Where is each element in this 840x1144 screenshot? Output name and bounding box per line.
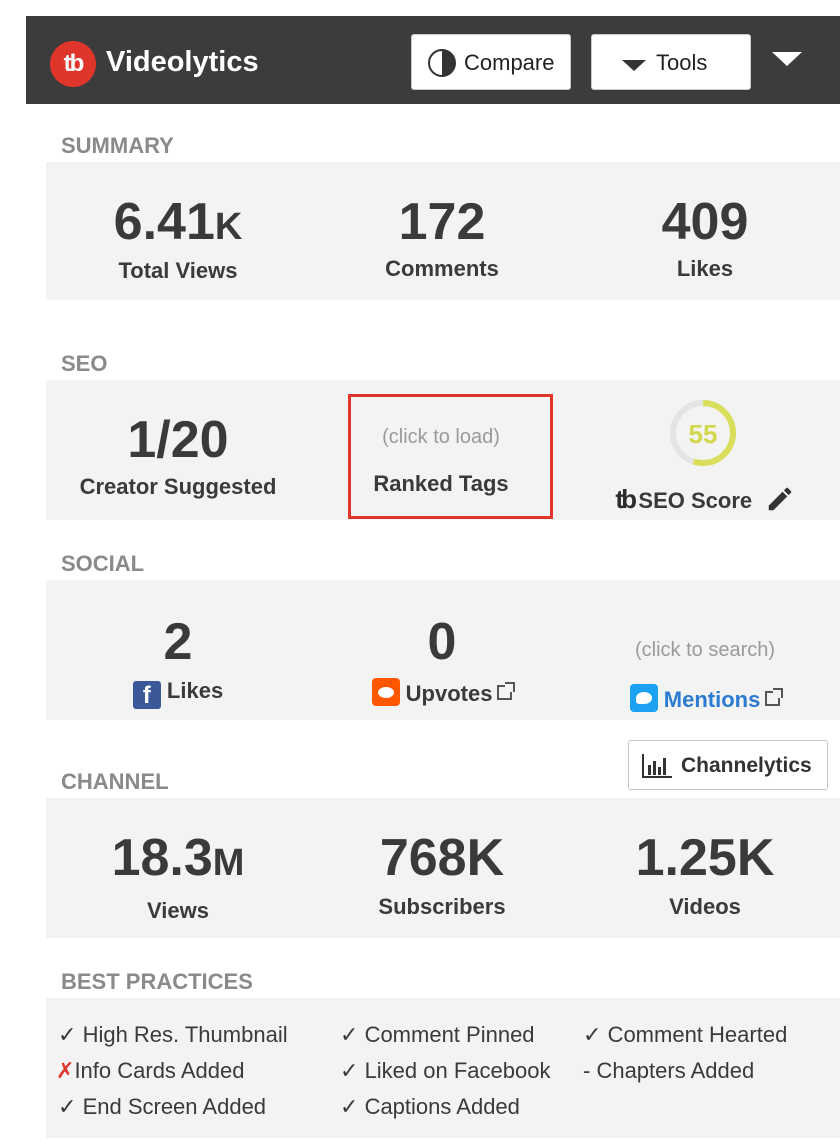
twitter-mentions[interactable]: (click to search) Mentions [573, 639, 837, 713]
tools-button[interactable]: Tools [591, 34, 751, 90]
fb-likes-value: 2 [163, 613, 193, 671]
channel-heading: CHANNEL [61, 769, 169, 794]
external-link-icon [765, 688, 784, 706]
seo-score-label: SEO Score [638, 488, 753, 513]
channel-videos: 1.25K Videos [573, 832, 837, 920]
bp-item-liked-facebook: ✓ Liked on Facebook [340, 1058, 551, 1083]
bp-item-high-res-thumbnail: ✓ High Res. Thumbnail [58, 1022, 288, 1047]
twitter-icon [629, 684, 658, 712]
tubebuddy-logo-icon: tb [50, 41, 96, 87]
channel-views: 18.3M Views [46, 832, 310, 924]
comments-value: 172 [398, 193, 486, 251]
videos-label: Videos [669, 894, 741, 919]
creator-suggested: 1/20 Creator Suggested [46, 414, 310, 500]
tools-button-label: Tools [656, 50, 708, 75]
reddit-upvotes-value: 0 [427, 613, 457, 671]
logo-glyph: tb [63, 50, 85, 77]
ranked-tags-button[interactable]: (click to load) Ranked Tags [309, 426, 573, 497]
seo-score-value: 55 [689, 419, 718, 449]
facebook-likes: 2 f Likes [46, 616, 310, 709]
likes-label: Likes [676, 256, 734, 281]
bp-item-captions-added: ✓ Captions Added [340, 1094, 520, 1119]
bp-item-end-screen: ✓ End Screen Added [58, 1094, 267, 1119]
fb-likes-label: Likes [166, 678, 224, 703]
channel-subscribers: 768K Subscribers [310, 832, 574, 920]
facebook-icon: f [132, 681, 161, 709]
bp-item-comment-hearted: ✓ Comment Hearted [583, 1022, 788, 1047]
summary-likes: 409 Likes [573, 196, 837, 282]
summary-heading: SUMMARY [61, 133, 174, 158]
summary-comments: 172 Comments [310, 196, 574, 282]
views-label: Total Views [118, 258, 238, 283]
channelytics-label: Channelytics [681, 754, 812, 777]
bar-chart-icon [642, 754, 672, 778]
external-link-icon [497, 682, 516, 700]
likes-value: 409 [661, 193, 749, 251]
bp-item-chapters-added: - Chapters Added [583, 1058, 755, 1083]
best-practices-panel: ✓ High Res. Thumbnail ✓ Comment Pinned ✓… [46, 998, 840, 1138]
reddit-upvotes[interactable]: 0 Upvotes [310, 616, 574, 707]
comments-label: Comments [385, 256, 499, 281]
contrast-icon [428, 49, 456, 77]
compare-button-label: Compare [464, 50, 555, 75]
subscribers-value: 768K [379, 829, 505, 887]
brand-title: Videolytics [106, 46, 259, 78]
social-heading: SOCIAL [61, 551, 145, 576]
channel-views-value: 18.3M [111, 829, 245, 887]
reddit-upvotes-label: Upvotes [405, 681, 493, 706]
ranked-tags-label: Ranked Tags [373, 471, 509, 496]
best-practices-heading: BEST PRACTICES [61, 969, 253, 994]
tubebuddy-mini-logo-icon: tb [615, 484, 636, 514]
pencil-icon[interactable] [765, 484, 795, 514]
channel-views-label: Views [147, 898, 209, 923]
channelytics-button[interactable]: Channelytics [628, 740, 828, 790]
videos-value: 1.25K [635, 829, 775, 887]
seo-score[interactable]: tb SEO Score [573, 484, 837, 515]
social-panel: 2 f Likes 0 Upvotes (click to search) Me… [46, 580, 840, 720]
mentions-link[interactable]: Mentions [664, 687, 761, 712]
ranked-tags-hint: (click to load) [382, 426, 500, 448]
reddit-upvotes-row: Upvotes [310, 678, 574, 707]
menu-chevron-down-icon[interactable] [772, 52, 802, 66]
summary-panel: 6.41K Total Views 172 Comments 409 Likes [46, 162, 840, 300]
suggested-label: Creator Suggested [79, 474, 277, 499]
summary-views: 6.41K Total Views [46, 196, 310, 284]
caret-down-icon [622, 60, 646, 71]
seo-heading: SEO [61, 351, 108, 376]
reddit-icon [371, 678, 400, 706]
suggested-value: 1/20 [127, 411, 229, 469]
compare-button[interactable]: Compare [411, 34, 571, 90]
seo-panel: 1/20 Creator Suggested (click to load) R… [46, 380, 840, 520]
bp-item-info-cards: ✗Info Cards Added [56, 1058, 245, 1083]
bp-item-comment-pinned: ✓ Comment Pinned [340, 1022, 535, 1047]
views-value: 6.41K [113, 193, 243, 251]
subscribers-label: Subscribers [378, 894, 506, 919]
twitter-hint: (click to search) [634, 639, 776, 661]
channel-panel: 18.3M Views 768K Subscribers 1.25K Video… [46, 798, 840, 938]
seo-score-gauge: 55 [670, 400, 736, 466]
twitter-mentions-row: Mentions [573, 684, 837, 713]
fb-likes-row: f Likes [46, 678, 310, 709]
app-header: tb Videolytics Compare Tools [26, 16, 840, 104]
